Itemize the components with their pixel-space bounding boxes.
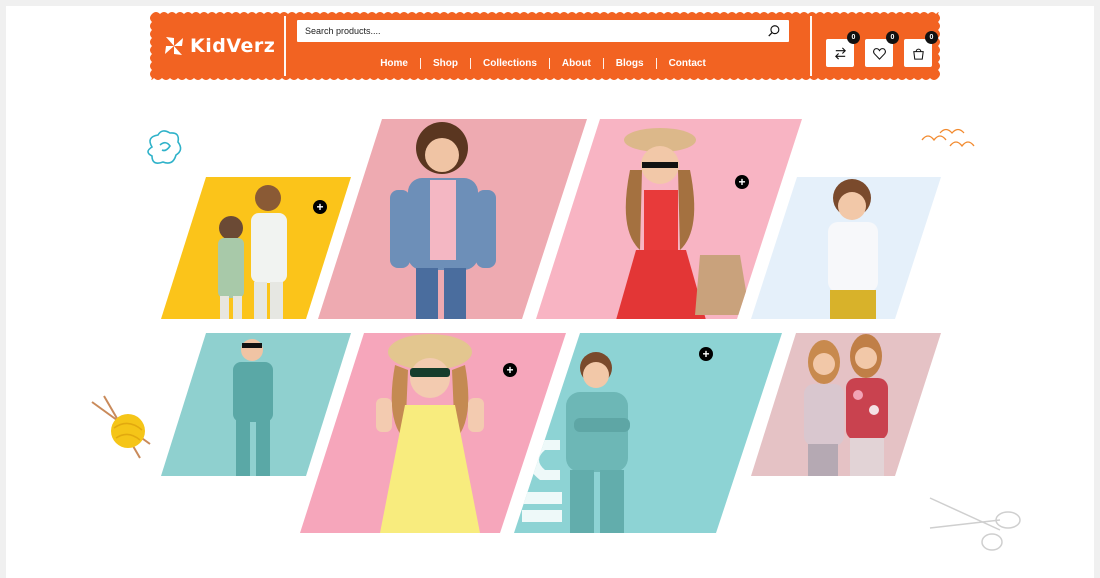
yarn-ball-icon <box>91 395 151 459</box>
add-to-cart-button-red-dress-girl[interactable]: + <box>735 175 749 189</box>
add-to-cart-button-yellow-dress-girl[interactable]: + <box>503 363 517 377</box>
cloud-doodle-icon <box>147 130 182 164</box>
product-gallery <box>91 119 1021 551</box>
birds-doodle-icon <box>921 128 975 148</box>
scissors-icon <box>929 497 1021 551</box>
add-to-cart-button-teal-sweatshirt-boy[interactable]: + <box>699 347 713 361</box>
add-to-cart-button-yellow-kids[interactable]: + <box>313 200 327 214</box>
boy-white-shirt-figure <box>828 179 878 319</box>
